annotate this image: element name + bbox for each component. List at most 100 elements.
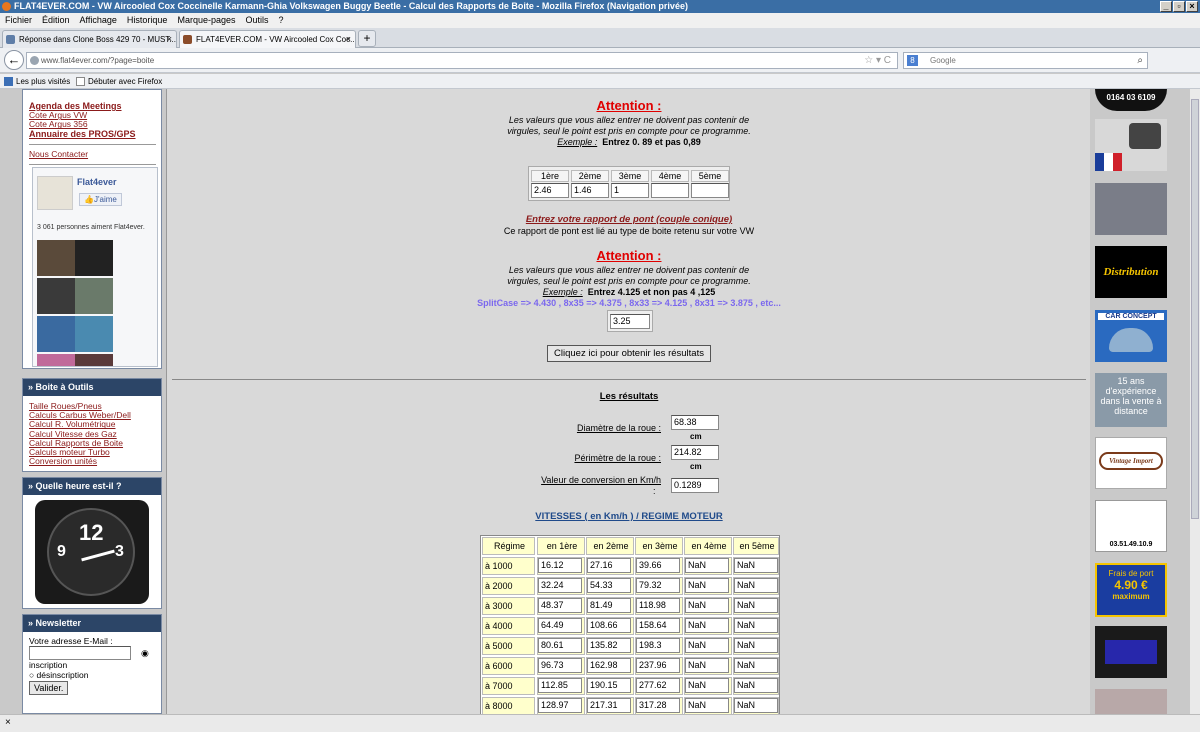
speed-output[interactable]: 118.98 (636, 598, 680, 613)
menu-help[interactable]: ? (274, 13, 289, 28)
speed-output[interactable]: NaN (734, 638, 778, 653)
speed-output[interactable]: 112.85 (538, 678, 582, 693)
speed-output[interactable]: 27.16 (587, 558, 631, 573)
ad-car-concept[interactable]: CAR CONCEPT (1095, 310, 1167, 362)
tab-reponse-clone-boss[interactable]: Réponse dans Clone Boss 429 70 - MUST...… (2, 30, 177, 48)
speed-output[interactable]: 96.73 (538, 658, 582, 673)
speed-output[interactable]: 217.31 (587, 698, 631, 713)
desinscription-radio[interactable]: ○ (29, 670, 34, 680)
close-tab-icon[interactable]: × (167, 31, 172, 48)
gear-input-5[interactable] (691, 183, 729, 198)
search-icon[interactable]: ⌕ (1137, 53, 1143, 68)
minimize-button[interactable]: _ (1160, 1, 1172, 12)
vertical-scrollbar[interactable] (1190, 89, 1200, 714)
speed-output[interactable]: 48.37 (538, 598, 582, 613)
speed-output[interactable]: NaN (734, 698, 778, 713)
fan-photo (75, 240, 113, 276)
speed-output[interactable]: 54.33 (587, 578, 631, 593)
speed-output[interactable]: NaN (734, 578, 778, 593)
speed-output[interactable]: NaN (685, 658, 729, 673)
ad-restoration[interactable]: 03.51.49.10.9 (1095, 500, 1167, 552)
ad-shop-photo[interactable] (1095, 183, 1167, 235)
fb-like-button[interactable]: 👍J'aime (79, 193, 122, 206)
speed-output[interactable]: NaN (685, 638, 729, 653)
speed-output[interactable]: 277.62 (636, 678, 680, 693)
conversion-output[interactable]: 0.1289 (671, 478, 719, 493)
gear-input-2[interactable]: 1.46 (571, 183, 609, 198)
newsletter-submit-button[interactable]: Valider. (29, 681, 69, 695)
newsletter-email-input[interactable] (29, 646, 131, 660)
diameter-output[interactable]: 68.38 (671, 415, 719, 430)
speed-output[interactable]: NaN (734, 658, 778, 673)
pont-input[interactable]: 3.25 (610, 314, 650, 329)
ad-phone-banner[interactable]: 0164 03 6109 (1095, 89, 1167, 111)
ad-vintage-import[interactable]: Vintage Import (1095, 437, 1167, 489)
speed-output[interactable]: 108.66 (587, 618, 631, 633)
speed-output[interactable]: 64.49 (538, 618, 582, 633)
close-addon-bar-icon[interactable]: × (5, 717, 11, 728)
menu-historique[interactable]: Historique (122, 13, 173, 28)
speed-output[interactable]: NaN (734, 558, 778, 573)
speed-output[interactable]: NaN (685, 618, 729, 633)
speed-output[interactable]: 190.15 (587, 678, 631, 693)
gear-header-3: 3ème (611, 170, 649, 182)
gear-input-4[interactable] (651, 183, 689, 198)
speed-output[interactable]: 80.61 (538, 638, 582, 653)
fan-photo (75, 354, 113, 366)
speed-output[interactable]: 158.64 (636, 618, 680, 633)
menu-outils[interactable]: Outils (241, 13, 274, 28)
speed-output[interactable]: NaN (685, 558, 729, 573)
ad-store[interactable] (1095, 689, 1167, 714)
speed-output[interactable]: 237.96 (636, 658, 680, 673)
menu-marque-pages[interactable]: Marque-pages (172, 13, 240, 28)
warning-text-2b: virgules, seul le point est pris en comp… (507, 276, 751, 286)
speed-output[interactable]: NaN (685, 598, 729, 613)
ad-engine-france[interactable] (1095, 119, 1167, 171)
gear-input-3[interactable]: 1 (611, 183, 649, 198)
speed-output[interactable]: 16.12 (538, 558, 582, 573)
speed-output[interactable]: NaN (734, 618, 778, 633)
speed-output[interactable]: 81.49 (587, 598, 631, 613)
link-contact[interactable]: Nous Contacter (29, 149, 156, 159)
bookmark-most-visited[interactable]: Les plus visités (16, 74, 70, 89)
speed-output[interactable]: 135.82 (587, 638, 631, 653)
search-bar[interactable]: 8 Google ⌕ (903, 52, 1148, 69)
speed-output[interactable]: NaN (685, 578, 729, 593)
speed-output[interactable]: 128.97 (538, 698, 582, 713)
speed-output[interactable]: 162.98 (587, 658, 631, 673)
url-bar[interactable]: www.flat4ever.com/?page=boite ☆ ▾ C (26, 52, 898, 69)
header-gear-4: en 4ème (684, 537, 732, 555)
speed-output[interactable]: NaN (734, 678, 778, 693)
speed-output[interactable]: NaN (685, 698, 729, 713)
speed-output[interactable]: 198.3 (636, 638, 680, 653)
link-tool-conversion[interactable]: Conversion unités (29, 457, 156, 466)
perimeter-output[interactable]: 214.82 (671, 445, 719, 460)
ad-experience[interactable]: 15 ans d'expérience dans la vente à dist… (1095, 373, 1167, 427)
bookmark-getting-started[interactable]: Débuter avec Firefox (88, 74, 162, 89)
menu-fichier[interactable]: Fichier (0, 13, 37, 28)
ad-distribution[interactable]: Distribution (1095, 246, 1167, 298)
link-annuaire[interactable]: Annuaire des PROS/GPS (29, 129, 156, 139)
inscription-radio[interactable]: ◉ (141, 648, 149, 658)
compute-results-button[interactable]: Cliquez ici pour obtenir les résultats (547, 345, 711, 362)
ad-checkered-flag[interactable] (1095, 626, 1167, 678)
speed-output[interactable]: NaN (734, 598, 778, 613)
new-tab-button[interactable]: + (358, 30, 376, 47)
close-window-button[interactable]: × (1186, 1, 1198, 12)
close-tab-icon[interactable]: × (346, 31, 351, 48)
back-button[interactable]: ← (4, 50, 24, 70)
speed-output[interactable]: 79.32 (636, 578, 680, 593)
bookmark-star-icon[interactable]: ☆ ▾ C (864, 53, 891, 68)
tab-flat4ever[interactable]: FLAT4EVER.COM - VW Aircooled Cox Coc... × (179, 30, 356, 48)
ad-shipping[interactable]: Frais de port 4.90 € maximum (1095, 563, 1167, 617)
maximize-button[interactable]: ▫ (1173, 1, 1185, 12)
menu-edition[interactable]: Édition (37, 13, 75, 28)
speed-output[interactable]: NaN (685, 678, 729, 693)
speed-output[interactable]: 32.24 (538, 578, 582, 593)
gear-input-1[interactable]: 2.46 (531, 183, 569, 198)
scrollbar-thumb[interactable] (1191, 99, 1199, 519)
speed-output[interactable]: 39.66 (636, 558, 680, 573)
speed-output[interactable]: 317.28 (636, 698, 680, 713)
fb-page-name[interactable]: Flat4ever (77, 177, 117, 187)
menu-affichage[interactable]: Affichage (75, 13, 122, 28)
